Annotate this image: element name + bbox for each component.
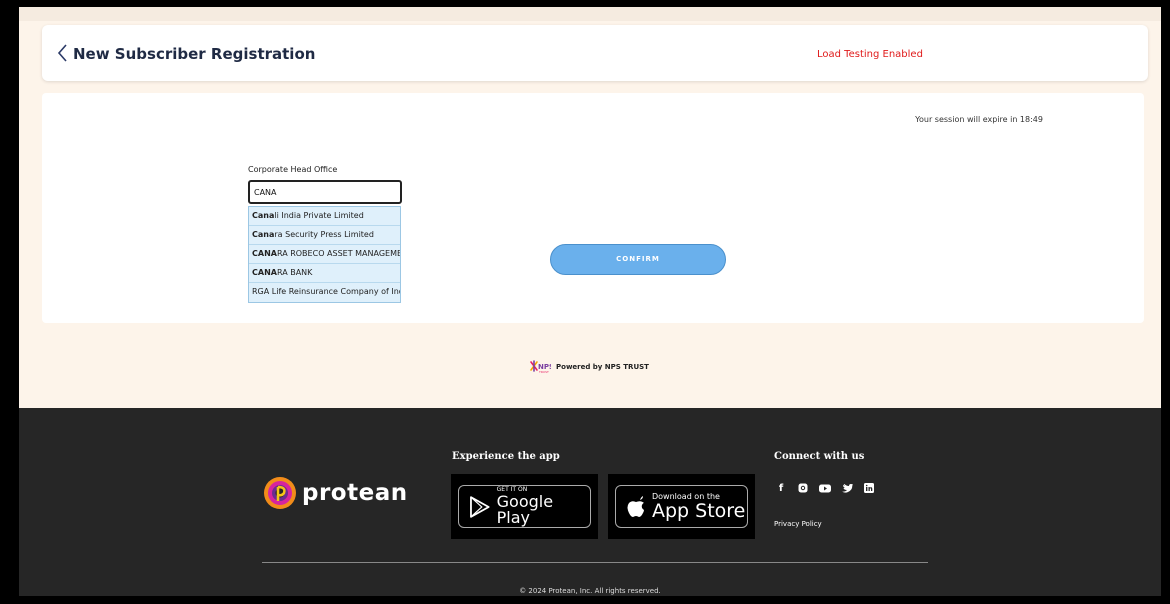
suggestion-rest-text: RGA Life Reinsurance Company of India — [252, 287, 400, 296]
corporate-head-office-label: Corporate Head Office — [248, 165, 338, 174]
back-chevron-icon[interactable] — [56, 42, 70, 64]
powered-by-text: Powered by NPS TRUST — [556, 363, 649, 371]
suggestion-match-text: CANA — [252, 268, 277, 277]
connect-with-us-title: Connect with us — [774, 451, 865, 462]
footer-divider — [262, 562, 928, 563]
social-links: f — [775, 482, 875, 494]
autocomplete-list: Canali India Private Limited Canara Secur… — [248, 206, 401, 303]
powered-by: NPS TRUST Powered by NPS TRUST — [529, 359, 649, 375]
instagram-icon[interactable] — [797, 482, 809, 494]
suggestion-rest-text: ra Security Press Limited — [274, 230, 374, 239]
app-store-big-text: App Store — [652, 499, 746, 522]
protean-logo: protean — [262, 475, 408, 511]
header-card: New Subscriber Registration Load Testing… — [42, 25, 1148, 81]
session-timer: Your session will expire in 18:49 — [915, 115, 1043, 124]
protean-brand-text: protean — [302, 480, 408, 506]
twitter-icon[interactable] — [841, 482, 853, 494]
google-play-icon — [470, 495, 490, 518]
suggestion-rest-text: RA BANK — [276, 268, 313, 277]
load-testing-status: Load Testing Enabled — [817, 49, 923, 60]
app-store-badge[interactable]: Download on the App Store — [608, 474, 755, 539]
confirm-button[interactable]: CONFIRM — [550, 244, 726, 275]
suggestion-item[interactable]: Canali India Private Limited — [249, 207, 400, 226]
apple-icon — [627, 495, 644, 517]
copyright-text: © 2024 Protean, Inc. All rights reserved… — [519, 587, 661, 595]
corporate-head-office-input[interactable] — [248, 180, 402, 204]
protean-emblem-icon — [264, 477, 296, 509]
svg-text:TRUST: TRUST — [538, 370, 549, 374]
suggestion-item[interactable]: Canara Security Press Limited — [249, 226, 400, 245]
suggestion-item[interactable]: RGA Life Reinsurance Company of India — [249, 283, 400, 302]
registration-form-card: Your session will expire in 18:49 Corpor… — [42, 93, 1144, 323]
facebook-icon[interactable]: f — [775, 482, 787, 494]
google-play-badge[interactable]: GET IT ON Google Play — [451, 474, 598, 539]
suggestion-match-text: Cana — [252, 230, 275, 239]
page-title: New Subscriber Registration — [73, 45, 316, 63]
suggestion-rest-text: RA ROBECO ASSET MANAGEMENT — [276, 249, 400, 258]
nps-trust-logo: NPS TRUST — [529, 360, 551, 374]
top-strip — [19, 7, 1161, 21]
suggestion-rest-text: li India Private Limited — [274, 211, 364, 220]
suggestion-item[interactable]: CANARA BANK — [249, 264, 400, 283]
linkedin-icon[interactable] — [863, 482, 875, 494]
privacy-policy-link[interactable]: Privacy Policy — [774, 520, 822, 528]
youtube-icon[interactable] — [819, 482, 831, 494]
google-play-big-text: Google Play — [496, 492, 554, 527]
browser-viewport: New Subscriber Registration Load Testing… — [19, 7, 1161, 596]
suggestion-match-text: Cana — [252, 211, 275, 220]
footer: protean Experience the app GET IT ON Goo… — [19, 408, 1161, 596]
suggestion-match-text: CANA — [252, 249, 277, 258]
experience-app-title: Experience the app — [452, 451, 560, 462]
suggestion-item[interactable]: CANARA ROBECO ASSET MANAGEMENT — [249, 245, 400, 264]
